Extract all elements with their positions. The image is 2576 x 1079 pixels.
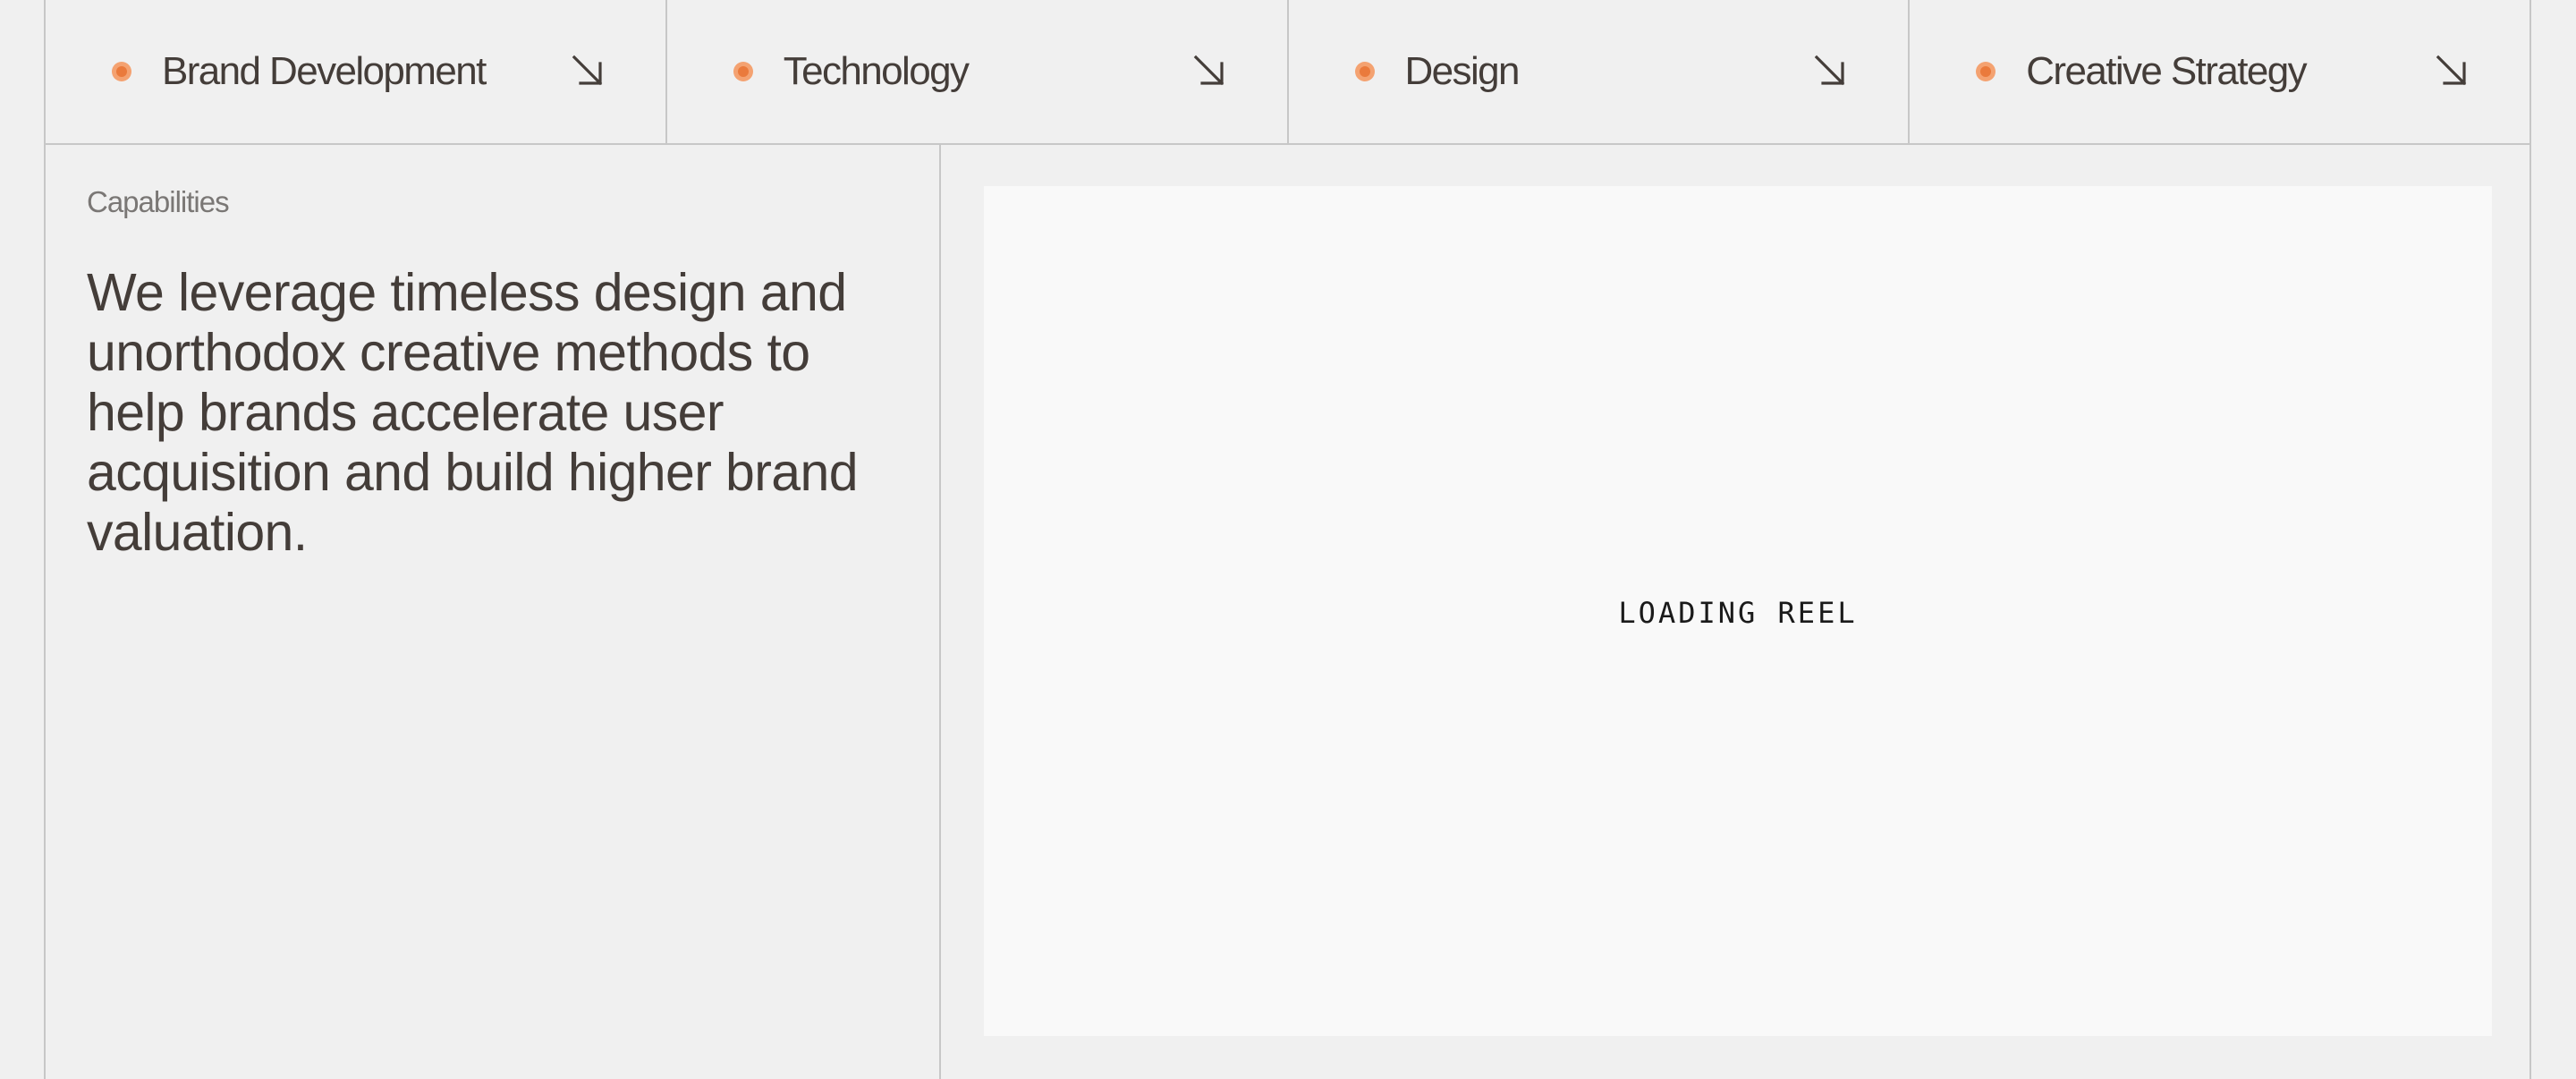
capabilities-headline: We leverage timeless design and unorthod…: [87, 263, 859, 562]
orange-dot-icon: [733, 62, 753, 81]
arrow-down-right-icon: [1814, 55, 1845, 86]
capabilities-section: Capabilities We leverage timeless design…: [46, 145, 2529, 1079]
tab-label: Design: [1404, 49, 1521, 93]
orange-dot-icon: [1976, 62, 1996, 81]
tab-label: Brand Development: [162, 49, 487, 93]
tab-label: Technology: [783, 49, 970, 93]
orange-dot-icon: [1354, 62, 1375, 81]
video-reel-player[interactable]: LOADING REEL: [984, 186, 2492, 1036]
tab-label: Creative Strategy: [2026, 49, 2307, 93]
section-label: Capabilities: [87, 185, 230, 218]
orange-dot-icon: [112, 62, 131, 81]
page-frame: Brand Development Technology Design Crea…: [44, 0, 2531, 1079]
arrow-down-right-icon: [1193, 55, 1224, 86]
arrow-down-right-icon: [2436, 55, 2467, 86]
capabilities-tabs: Brand Development Technology Design Crea…: [46, 0, 2529, 145]
tab-technology[interactable]: Technology: [667, 0, 1289, 143]
arrow-down-right-icon: [572, 55, 603, 86]
reel-column: LOADING REEL: [941, 145, 2529, 1079]
reel-loading-status: LOADING REEL: [1618, 596, 1858, 630]
tab-design[interactable]: Design: [1289, 0, 1911, 143]
tab-creative-strategy[interactable]: Creative Strategy: [1910, 0, 2529, 143]
tab-brand-development[interactable]: Brand Development: [46, 0, 667, 143]
capabilities-text-column: Capabilities We leverage timeless design…: [46, 145, 941, 1079]
